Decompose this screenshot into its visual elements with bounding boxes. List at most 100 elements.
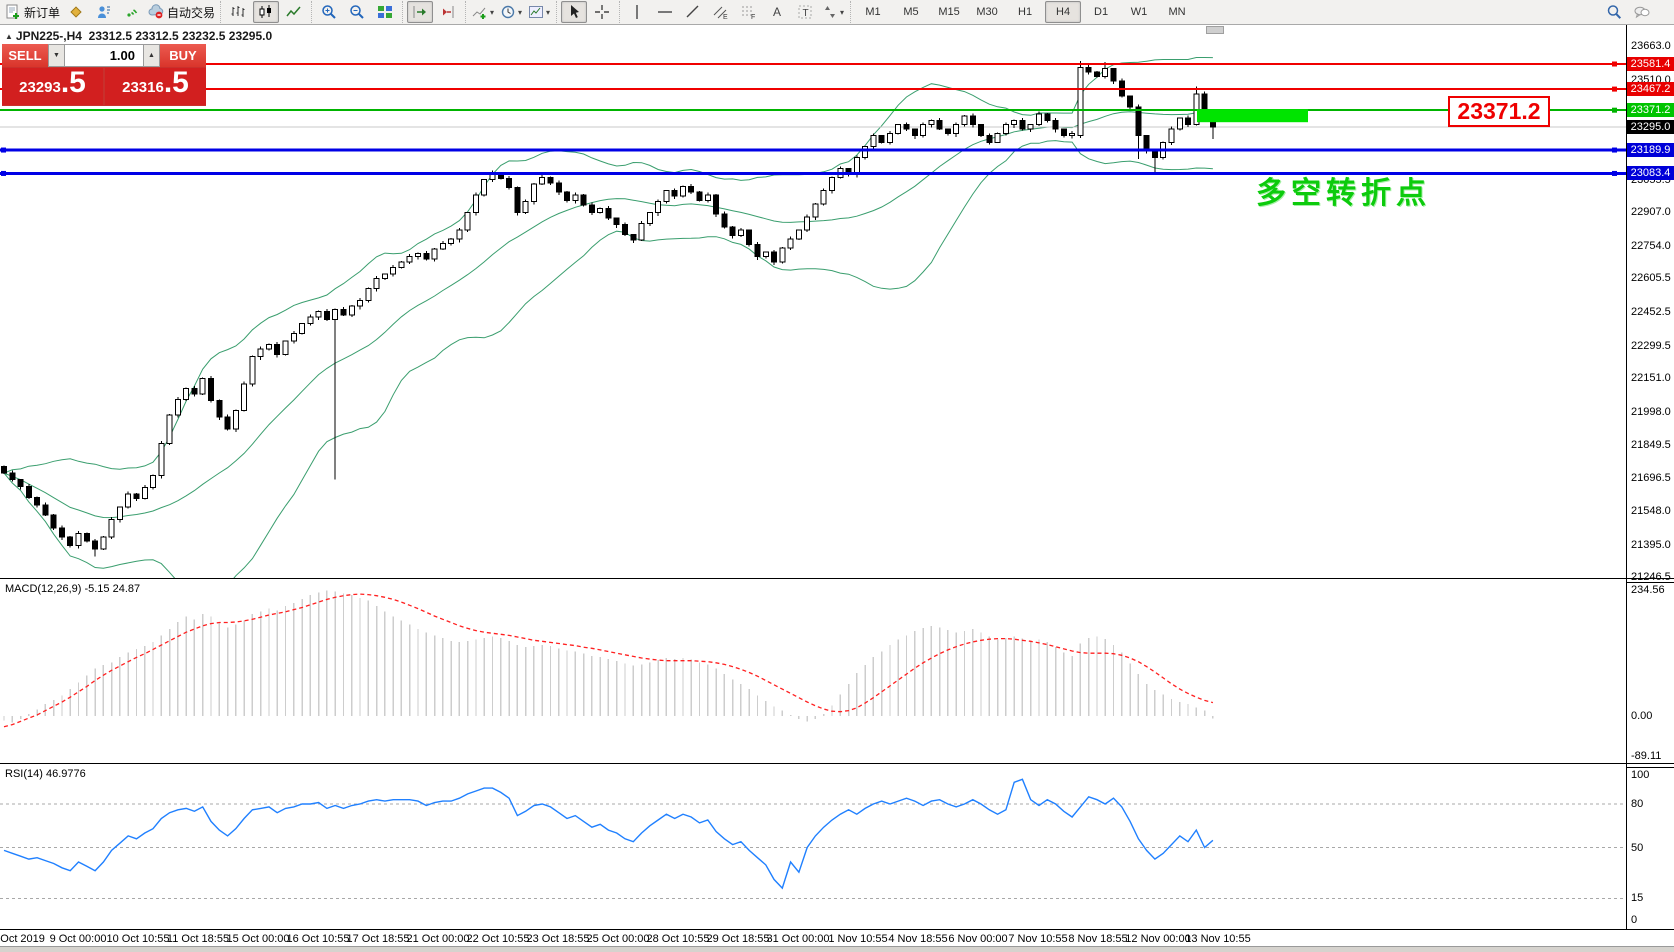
toolbar-group-pointer xyxy=(556,1,619,23)
indicators-button[interactable]: ▾ xyxy=(470,1,496,23)
highlight-rectangle[interactable] xyxy=(1197,109,1308,123)
chevron-down-icon[interactable]: ▾ xyxy=(490,8,494,17)
line-handle[interactable] xyxy=(1,147,6,153)
bull-candle xyxy=(1176,117,1183,130)
volume-input[interactable] xyxy=(65,44,143,67)
volume-up-button[interactable]: ▲ xyxy=(143,44,160,67)
chart-shift-button[interactable] xyxy=(435,1,461,23)
rsi-axis-tick: 100 xyxy=(1631,769,1650,781)
tf-m1-button[interactable]: M1 xyxy=(855,1,891,23)
autotrading-button[interactable]: 自动交易 xyxy=(147,1,216,23)
buy-price-frac: .5 xyxy=(163,66,189,99)
template-icon xyxy=(529,6,544,18)
tf-h4-button[interactable]: H4 xyxy=(1045,1,1082,23)
tf-mn-button[interactable]: MN xyxy=(1159,1,1195,23)
candlestick-button[interactable] xyxy=(253,1,280,23)
crosshair-button[interactable] xyxy=(589,1,615,23)
bull-candle xyxy=(290,333,297,342)
tiles-icon xyxy=(378,6,393,18)
bull-candle xyxy=(265,344,272,350)
bull-candle xyxy=(679,185,686,197)
line-handle[interactable] xyxy=(1612,107,1617,113)
fibonacci-button[interactable]: F xyxy=(736,1,762,23)
time-tick: 15 Oct 00:00 xyxy=(226,933,290,945)
zoom-out-button[interactable] xyxy=(344,1,370,23)
chevron-down-icon[interactable]: ▾ xyxy=(546,8,550,17)
bull-candle xyxy=(199,378,206,395)
price-tick: 22299.5 xyxy=(1631,339,1671,352)
text-button[interactable]: A xyxy=(764,1,790,23)
bull-candle xyxy=(398,261,405,269)
collapse-panel-icon[interactable]: ▲ xyxy=(5,32,13,41)
auto-scroll-button[interactable] xyxy=(407,1,434,23)
arrows-button[interactable]: ▾ xyxy=(820,1,846,23)
bear-candle xyxy=(588,204,595,214)
bear-candle xyxy=(133,493,140,499)
tf-m5-button[interactable]: M5 xyxy=(893,1,929,23)
bull-candle xyxy=(257,348,264,358)
bear-candle xyxy=(878,135,885,143)
buy-price[interactable]: 23316 .5 xyxy=(105,68,206,105)
bar-chart-button[interactable] xyxy=(225,1,251,23)
bear-candle xyxy=(224,416,231,430)
bull-candle xyxy=(920,124,927,137)
price-tick: 21849.5 xyxy=(1631,438,1671,451)
vertical-line-button[interactable] xyxy=(624,1,650,23)
periods-button[interactable]: ▾ xyxy=(498,1,524,23)
metaeditor-button[interactable] xyxy=(63,1,89,23)
linechart-icon xyxy=(286,6,301,17)
time-tick: 28 Oct 10:55 xyxy=(646,933,710,945)
chevron-down-icon[interactable]: ▾ xyxy=(518,8,522,17)
line-handle[interactable] xyxy=(1612,86,1617,92)
equidistant-channel-button[interactable]: E xyxy=(708,1,734,23)
autoscroll-icon xyxy=(413,6,427,18)
market-watch-button[interactable] xyxy=(91,1,117,23)
tile-windows-button[interactable] xyxy=(372,1,398,23)
line-handle[interactable] xyxy=(1,170,6,176)
bear-candle xyxy=(1052,119,1059,130)
svg-text:A: A xyxy=(773,5,781,19)
trendline-button[interactable] xyxy=(680,1,706,23)
horizontal-line-button[interactable] xyxy=(652,1,678,23)
line-handle[interactable] xyxy=(1612,147,1617,153)
tf-h1-button[interactable]: H1 xyxy=(1007,1,1043,23)
buy-button[interactable]: BUY xyxy=(160,44,206,67)
zoom-in-button[interactable] xyxy=(316,1,342,23)
bull-candle xyxy=(125,493,132,508)
search-button[interactable] xyxy=(1601,1,1627,23)
bull-candle xyxy=(406,256,413,263)
tf-m30-button[interactable]: M30 xyxy=(969,1,1005,23)
bear-candle xyxy=(67,536,74,547)
line-handle[interactable] xyxy=(1612,61,1617,67)
line-handle[interactable] xyxy=(1612,170,1617,176)
chat-button[interactable] xyxy=(1629,1,1655,23)
tf-w1-button[interactable]: W1 xyxy=(1121,1,1157,23)
signals-button[interactable] xyxy=(119,1,145,23)
time-tick: 7 Oct 2019 xyxy=(0,933,45,945)
macd-pane-svg[interactable] xyxy=(0,581,1626,763)
volume-down-button[interactable]: ▼ xyxy=(48,44,65,67)
text-label-button[interactable]: T xyxy=(792,1,818,23)
bear-candle xyxy=(978,124,985,137)
chevron-down-icon[interactable]: ▾ xyxy=(840,8,844,17)
tf-d1-button[interactable]: D1 xyxy=(1083,1,1119,23)
tf-m15-button[interactable]: M15 xyxy=(931,1,967,23)
fibo-icon: F xyxy=(742,6,755,20)
main-chart-svg[interactable] xyxy=(0,25,1626,578)
chart-shift-marker[interactable] xyxy=(1206,26,1224,34)
bull-candle xyxy=(307,316,314,325)
bull-candle xyxy=(539,176,546,185)
rsi-pane-svg[interactable] xyxy=(0,766,1626,929)
toolbar-group-scrolling xyxy=(402,1,465,23)
bull-candle xyxy=(886,133,893,143)
time-tick: 16 Oct 10:55 xyxy=(286,933,350,945)
time-axis[interactable]: 7 Oct 2019 9 Oct 00:0010 Oct 10:5511 Oct … xyxy=(0,929,1674,947)
bull-candle xyxy=(481,179,488,196)
price-level-flag[interactable]: 23371.2 xyxy=(1448,96,1550,127)
sell-price[interactable]: 23293 .5 xyxy=(2,68,103,105)
templates-button[interactable]: ▾ xyxy=(526,1,552,23)
new-order-button[interactable]: 新订单 xyxy=(4,1,61,23)
cursor-button[interactable] xyxy=(561,1,588,23)
line-chart-button[interactable] xyxy=(281,1,307,23)
sell-button[interactable]: SELL xyxy=(2,44,48,67)
